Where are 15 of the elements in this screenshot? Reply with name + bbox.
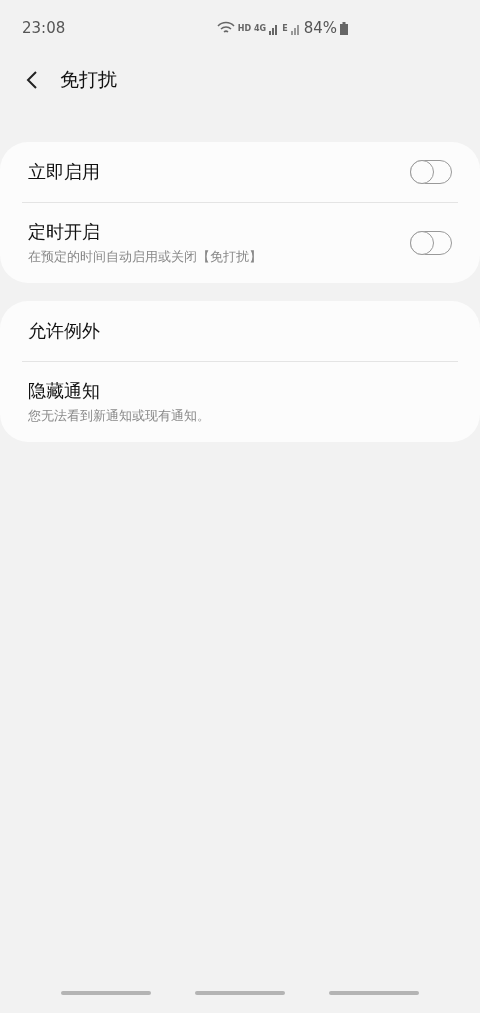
wifi-icon [216, 21, 235, 35]
battery-icon [340, 21, 348, 35]
setting-title[interactable]: 定时开启 [28, 220, 410, 244]
setting-title[interactable]: 允许例外 [28, 319, 452, 343]
network-label: 4G [254, 23, 267, 33]
battery-level: 84% [303, 19, 337, 37]
page-title: 免打扰 [60, 67, 117, 92]
setting-description: 在预定的时间自动启用或关闭【免打扰】 [28, 248, 263, 266]
back-icon[interactable] [26, 70, 38, 90]
setting-title[interactable]: 隐藏通知 [28, 379, 452, 403]
status-time: 23:08 [22, 19, 67, 37]
setting-description: 您无法看到新通知或现有通知。 [28, 407, 211, 425]
hd-label: HD [237, 23, 252, 33]
network-label: E [282, 23, 288, 33]
setting-title[interactable]: 立即启用 [28, 160, 410, 184]
